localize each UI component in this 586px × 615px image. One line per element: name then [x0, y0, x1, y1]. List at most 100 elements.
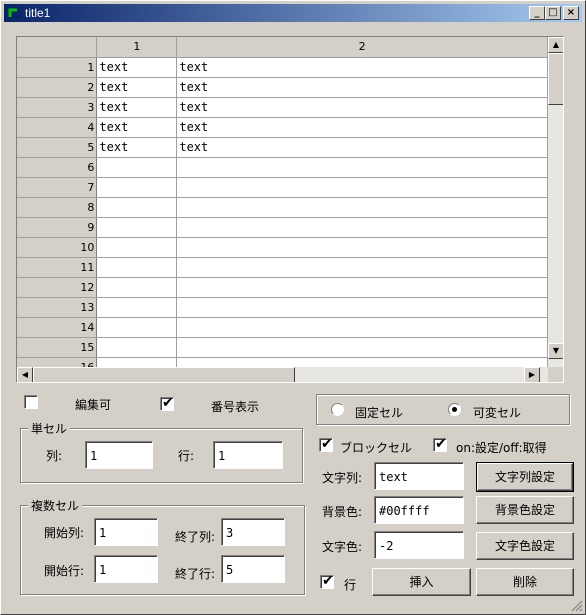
data-grid[interactable]: 1 2 1 text text 2 text text 3 text text 4 text text…: [16, 36, 564, 383]
title-bar[interactable]: title1 _ □ ×: [4, 4, 582, 22]
grid-cell[interactable]: [176, 317, 548, 338]
grid-cell[interactable]: [176, 177, 548, 198]
grid-cell[interactable]: [96, 197, 178, 218]
table-row: 11: [17, 257, 548, 278]
col-header-1[interactable]: 1: [96, 37, 178, 58]
editable-label[interactable]: 編集可: [75, 396, 111, 413]
delete-button[interactable]: 削除: [476, 568, 574, 596]
row-header[interactable]: 6: [17, 157, 98, 178]
bg-color-label: 背景色:: [322, 505, 363, 519]
fixed-cell-radio[interactable]: [331, 403, 344, 416]
grid-cell[interactable]: [96, 257, 178, 278]
grid-cell[interactable]: text: [176, 57, 548, 78]
editable-checkbox[interactable]: [24, 395, 38, 409]
row-header[interactable]: 7: [17, 177, 98, 198]
row-header[interactable]: 11: [17, 257, 98, 278]
grid-cell[interactable]: [176, 337, 548, 358]
row-header[interactable]: 2: [17, 77, 98, 98]
grid-cell[interactable]: [96, 357, 178, 367]
maximize-button[interactable]: □: [545, 6, 561, 20]
horizontal-scrollbar[interactable]: ◀ ▶: [17, 367, 548, 382]
scroll-right-button[interactable]: ▶: [524, 367, 540, 382]
insert-button[interactable]: 挿入: [372, 568, 471, 596]
row-header[interactable]: 16: [17, 357, 98, 367]
grid-cell[interactable]: [176, 277, 548, 298]
grid-cell[interactable]: text: [176, 97, 548, 118]
grid-cell[interactable]: text: [176, 137, 548, 158]
grid-cell[interactable]: [96, 217, 178, 238]
grid-cell[interactable]: text: [96, 137, 178, 158]
maximize-icon: □: [548, 7, 558, 18]
row-header[interactable]: 14: [17, 317, 98, 338]
text-label: 文字列:: [322, 471, 363, 485]
grid-cell[interactable]: [176, 237, 548, 258]
grid-cell[interactable]: text: [96, 77, 178, 98]
row-header[interactable]: 1: [17, 57, 98, 78]
vertical-scrollbar[interactable]: ▲ ▼: [548, 37, 563, 367]
grid-cell[interactable]: [96, 177, 178, 198]
onoff-checkbox[interactable]: ✔: [433, 436, 447, 452]
variable-cell-label[interactable]: 可変セル: [473, 404, 521, 421]
vertical-scroll-thumb[interactable]: [548, 53, 563, 105]
grid-cell[interactable]: [176, 297, 548, 318]
block-cell-label[interactable]: ブロックセル: [340, 439, 412, 456]
horizontal-scroll-thumb[interactable]: [33, 367, 295, 382]
row-header[interactable]: 4: [17, 117, 98, 138]
minimize-button[interactable]: _: [529, 6, 545, 20]
single-col-input[interactable]: 1: [85, 441, 153, 469]
end-col-input[interactable]: 3: [221, 518, 285, 546]
grid-cell[interactable]: text: [176, 117, 548, 138]
grid-corner-cell[interactable]: [17, 37, 98, 58]
grid-cell[interactable]: [176, 197, 548, 218]
grid-cell[interactable]: [96, 337, 178, 358]
set-bg-color-button[interactable]: 背景色設定: [476, 496, 574, 524]
single-col-label: 列:: [46, 449, 63, 463]
scroll-down-button[interactable]: ▼: [548, 343, 563, 359]
bg-color-input[interactable]: #00ffff: [374, 496, 464, 524]
grid-cell[interactable]: [96, 317, 178, 338]
row-header[interactable]: 15: [17, 337, 98, 358]
end-row-input[interactable]: 5: [221, 555, 285, 583]
table-row: 14: [17, 317, 548, 338]
grid-cell[interactable]: text: [96, 97, 178, 118]
grid-cell[interactable]: [96, 297, 178, 318]
show-numbers-label[interactable]: 番号表示: [211, 398, 259, 415]
row-header[interactable]: 10: [17, 237, 98, 258]
fg-color-input[interactable]: -2: [374, 531, 464, 559]
close-button[interactable]: ×: [563, 6, 579, 20]
grid-cell[interactable]: text: [96, 117, 178, 138]
scroll-up-button[interactable]: ▲: [548, 37, 563, 53]
col-header-2[interactable]: 2: [176, 37, 548, 58]
start-col-input[interactable]: 1: [94, 518, 158, 546]
text-input[interactable]: text: [374, 462, 464, 490]
grid-cell[interactable]: [176, 217, 548, 238]
grid-cell[interactable]: [96, 277, 178, 298]
fixed-cell-label[interactable]: 固定セル: [355, 404, 403, 421]
grid-cell[interactable]: [96, 237, 178, 258]
variable-cell-radio[interactable]: [448, 403, 461, 416]
row-header[interactable]: 12: [17, 277, 98, 298]
block-cell-checkbox[interactable]: ✔: [319, 436, 333, 452]
row-header[interactable]: 8: [17, 197, 98, 218]
row-header[interactable]: 5: [17, 137, 98, 158]
row-header[interactable]: 9: [17, 217, 98, 238]
row-label[interactable]: 行: [344, 576, 356, 593]
show-numbers-checkbox[interactable]: ✔: [160, 395, 174, 411]
single-row-input[interactable]: 1: [213, 441, 283, 469]
grid-cell[interactable]: text: [96, 57, 178, 78]
set-fg-color-button[interactable]: 文字色設定: [476, 532, 574, 560]
start-row-input[interactable]: 1: [94, 555, 158, 583]
row-checkbox[interactable]: ✔: [320, 573, 334, 589]
scroll-left-button[interactable]: ◀: [17, 367, 33, 382]
grid-cell[interactable]: [176, 357, 548, 367]
resize-grip-icon[interactable]: [571, 600, 583, 612]
multi-cell-title: 複数セル: [28, 497, 83, 514]
row-header[interactable]: 3: [17, 97, 98, 118]
grid-cell[interactable]: text: [176, 77, 548, 98]
row-header[interactable]: 13: [17, 297, 98, 318]
grid-cell[interactable]: [176, 157, 548, 178]
onoff-label[interactable]: on:設定/off:取得: [456, 439, 547, 456]
set-text-button[interactable]: 文字列設定: [476, 462, 574, 492]
grid-cell[interactable]: [96, 157, 178, 178]
grid-cell[interactable]: [176, 257, 548, 278]
